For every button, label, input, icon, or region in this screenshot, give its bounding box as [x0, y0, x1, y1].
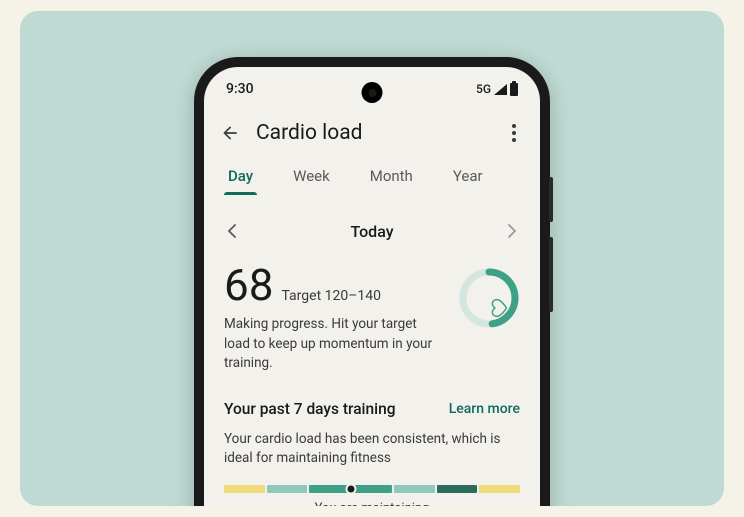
- phone-shell: 9:30 5G Cardio load Day Week M: [194, 57, 550, 506]
- more-button[interactable]: [500, 119, 528, 147]
- status-right: 5G: [476, 82, 518, 96]
- chevron-left-icon: [227, 224, 237, 238]
- main-metric: 68 Target 120–140 Making progress. Hit y…: [204, 263, 540, 374]
- side-button-2: [549, 237, 553, 312]
- back-button[interactable]: [216, 119, 244, 147]
- gauge-seg: [224, 485, 265, 493]
- heart-icon: [489, 298, 509, 318]
- status-time: 9:30: [226, 81, 254, 97]
- next-day-button[interactable]: [500, 219, 524, 243]
- progress-ring: [458, 267, 520, 329]
- history-section: Your past 7 days training Learn more You…: [204, 374, 540, 506]
- gauge-seg: [267, 485, 308, 493]
- date-label: Today: [350, 222, 393, 241]
- period-tabs: Day Week Month Year: [204, 161, 540, 195]
- screen: 9:30 5G Cardio load Day Week M: [204, 67, 540, 506]
- gauge-seg: [394, 485, 435, 493]
- arrow-left-icon: [220, 123, 240, 143]
- date-navigator: Today: [204, 195, 540, 263]
- gauge-seg: [437, 485, 478, 493]
- gauge-seg: [352, 485, 393, 493]
- signal-icon: [494, 84, 507, 95]
- tab-month[interactable]: Month: [366, 161, 417, 195]
- side-button-1: [549, 177, 553, 222]
- more-vert-icon: [512, 124, 516, 142]
- gauge-seg: [309, 485, 350, 493]
- camera-cutout: [362, 82, 383, 103]
- app-header: Cardio load: [204, 111, 540, 161]
- metric-text: 68 Target 120–140 Making progress. Hit y…: [224, 263, 458, 374]
- metric-value: 68: [224, 263, 273, 307]
- history-description: Your cardio load has been consistent, wh…: [224, 430, 520, 469]
- chevron-right-icon: [507, 224, 517, 238]
- page-title: Cardio load: [256, 121, 488, 145]
- gauge-indicator: [346, 483, 357, 494]
- gauge-seg: [479, 485, 520, 493]
- battery-icon: [510, 83, 518, 96]
- tab-day[interactable]: Day: [224, 161, 257, 195]
- network-label: 5G: [476, 82, 491, 96]
- metric-description: Making progress. Hit your target load to…: [224, 315, 444, 374]
- tab-week[interactable]: Week: [289, 161, 334, 195]
- prev-day-button[interactable]: [220, 219, 244, 243]
- tab-year[interactable]: Year: [449, 161, 487, 195]
- metric-target: Target 120–140: [281, 288, 381, 304]
- training-gauge: [224, 485, 520, 493]
- promo-frame: 9:30 5G Cardio load Day Week M: [20, 11, 724, 506]
- gauge-label: You are maintaining: [224, 501, 520, 506]
- history-title: Your past 7 days training: [224, 400, 396, 418]
- learn-more-link[interactable]: Learn more: [449, 401, 520, 417]
